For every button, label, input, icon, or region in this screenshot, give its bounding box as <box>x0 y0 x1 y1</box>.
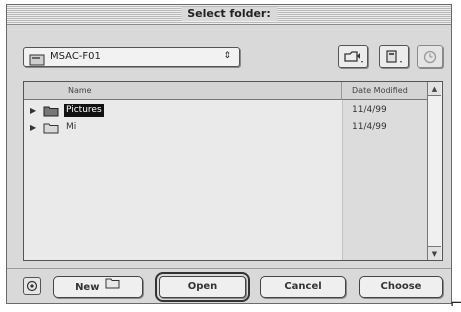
recent-button[interactable] <box>417 45 443 68</box>
choose-button-label: Choose <box>380 281 422 292</box>
scroll-down-arrow-icon[interactable]: ▼ <box>428 246 441 260</box>
mouse-cursor-icon: ⌐ <box>450 294 461 312</box>
popup-arrows-icon: ⇕ <box>223 51 231 61</box>
select-folder-dialog: Select folder: MSAC-F01 ⇕ Name Date Modi… <box>6 4 452 304</box>
folder-icon <box>43 122 59 137</box>
date-column-header[interactable]: Date Modified <box>342 82 430 100</box>
cancel-button-label: Cancel <box>284 281 322 292</box>
bottom-divider <box>7 268 451 269</box>
disclosure-triangle-icon[interactable]: ▶ <box>30 123 36 132</box>
scroll-up-arrow-icon[interactable]: ▲ <box>428 82 441 96</box>
list-item-name: Mi <box>66 122 77 132</box>
file-list[interactable]: Name Date Modified ▶ Pictures 11/4/99 ▶ … <box>23 81 443 261</box>
list-item-date: 11/4/99 <box>352 105 387 115</box>
date-column-label: Date Modified <box>352 86 408 95</box>
choose-button[interactable]: Choose <box>359 276 443 298</box>
list-item-name: Pictures <box>64 104 104 117</box>
list-item-date: 11/4/99 <box>352 122 387 132</box>
list-item[interactable]: ▶ Mi 11/4/99 <box>24 120 430 136</box>
dialog-title: Select folder: <box>181 7 277 21</box>
shortcuts-button[interactable] <box>338 45 368 68</box>
open-button[interactable]: Open <box>155 272 250 302</box>
help-button[interactable] <box>23 277 41 295</box>
title-bar[interactable]: Select folder: <box>7 5 451 25</box>
name-column-label: Name <box>68 86 92 95</box>
vertical-scrollbar[interactable]: ▲ ▼ <box>427 82 442 260</box>
location-popup-label: MSAC-F01 <box>50 51 101 62</box>
disk-icon <box>29 51 45 70</box>
open-button-label: Open <box>187 281 218 292</box>
name-column-header[interactable]: Name <box>24 82 342 100</box>
new-folder-icon <box>105 277 121 297</box>
favorites-button[interactable] <box>379 45 409 68</box>
new-folder-button[interactable]: New <box>53 276 143 298</box>
new-button-label: New <box>75 282 100 293</box>
folder-icon <box>43 105 59 120</box>
disclosure-triangle-icon[interactable]: ▶ <box>30 106 36 115</box>
location-popup[interactable]: MSAC-F01 ⇕ <box>23 47 240 67</box>
list-item[interactable]: ▶ Pictures 11/4/99 <box>24 103 430 119</box>
cancel-button[interactable]: Cancel <box>260 276 346 298</box>
